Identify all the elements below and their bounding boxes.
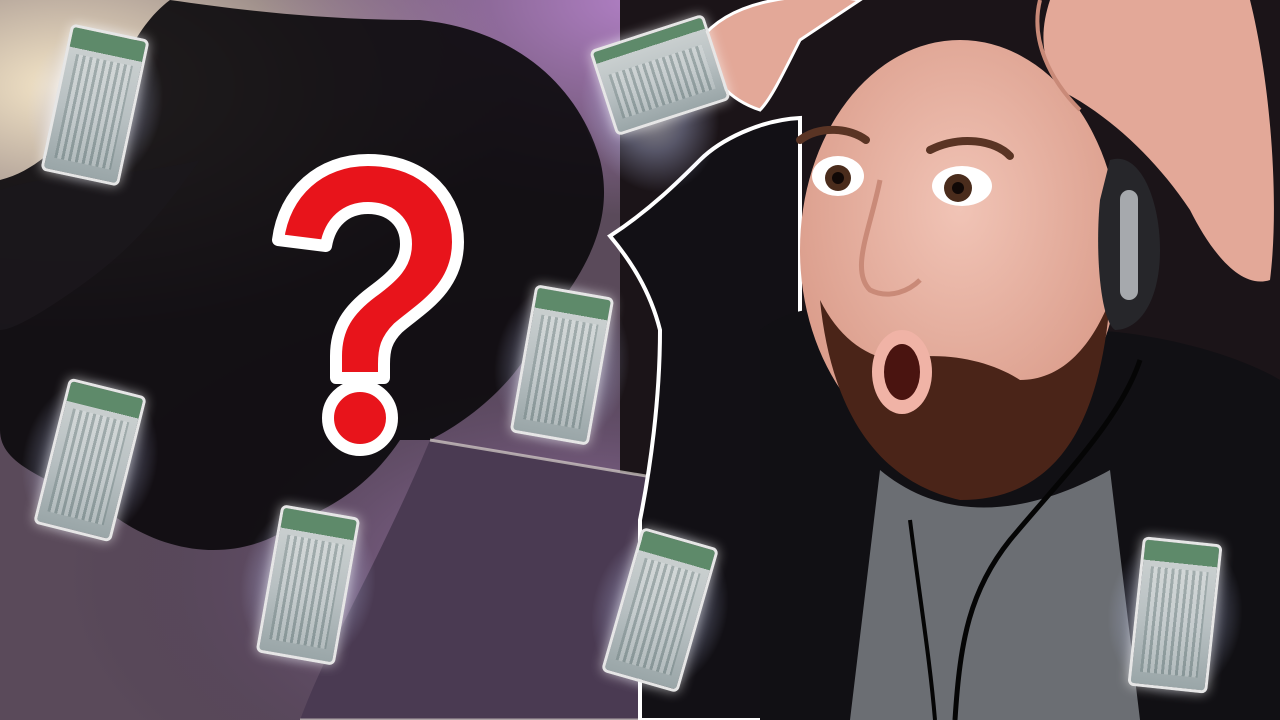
card-icon: [3, 361, 177, 559]
card-icon: [1098, 523, 1252, 707]
card-icon: [226, 489, 390, 681]
card-icon: [571, 509, 749, 711]
card-icon: [10, 7, 180, 203]
question-mark-icon: [268, 150, 468, 460]
thumbnail-scene: [0, 0, 1280, 720]
card-icon: [480, 269, 644, 461]
